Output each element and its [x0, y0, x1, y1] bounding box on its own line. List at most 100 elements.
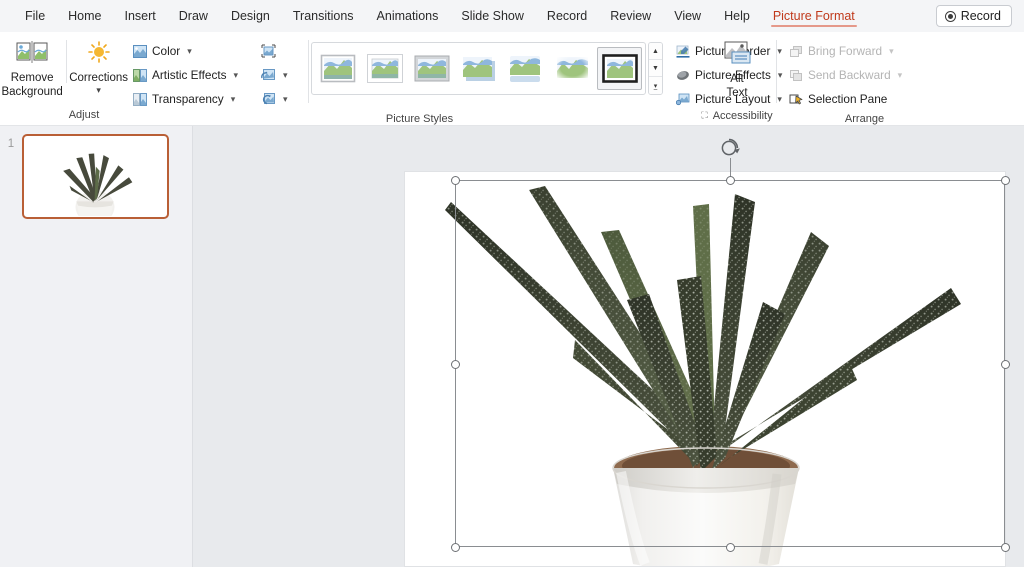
selection-pane-label: Selection Pane [808, 92, 888, 106]
color-chevron-down-icon[interactable]: ▾ [187, 46, 192, 57]
picture-style-drop-shadow-rectangle[interactable] [456, 47, 501, 90]
selection-pane-button[interactable]: Selection Pane [784, 87, 907, 111]
adjust-menu-column: Color ▾ Artistic Effects ▾ Transparency … [128, 32, 256, 125]
adjust-icon-column: ▾ ▾ [256, 32, 308, 125]
remove-background-label-line1: Remove [10, 72, 54, 84]
reset-picture-icon [261, 92, 276, 106]
tab-file[interactable]: File [14, 5, 56, 27]
color-picture-icon [133, 44, 147, 58]
slide-number-label: 1 [7, 138, 15, 150]
picture-style-reflected-rounded-rectangle[interactable] [503, 47, 548, 90]
thumbnail-row: 1 [0, 134, 169, 219]
tab-insert[interactable]: Insert [114, 5, 167, 27]
record-button[interactable]: Record [935, 5, 1012, 27]
transparency-button[interactable]: Transparency ▾ [128, 87, 243, 111]
workspace: 1 [0, 126, 1024, 567]
transparency-icon [133, 92, 147, 106]
group-divider-1 [308, 40, 309, 103]
transparency-chevron-down-icon[interactable]: ▾ [231, 94, 236, 105]
picture-style-metal-frame[interactable] [409, 47, 454, 90]
picture-style-soft-edge-rectangle[interactable] [550, 47, 595, 90]
selection-handle-bottom-center[interactable] [725, 542, 735, 552]
picture-styles-scrollbar[interactable]: ▲ ▼ ▾̲ [648, 42, 663, 95]
reset-picture-chevron-down-icon[interactable]: ▾ [283, 94, 288, 105]
selection-handle-middle-right[interactable] [1000, 359, 1010, 369]
selection-handle-bottom-left[interactable] [450, 542, 460, 552]
picture-style-simple-frame-white[interactable] [315, 47, 360, 90]
color-button-label: Color [152, 44, 181, 58]
picture-styles-gallery-wrap: ▲ ▼ ▾̲ [311, 36, 663, 95]
change-picture-icon [261, 68, 276, 82]
menu-bar: File Home Insert Draw Design Transitions… [0, 0, 1024, 32]
picture-style-thick-black-frame[interactable] [597, 47, 642, 90]
selection-handle-middle-left[interactable] [450, 359, 460, 369]
alt-text-icon [720, 40, 754, 69]
bring-forward-label: Bring Forward [808, 44, 883, 58]
compress-pictures-button[interactable] [256, 39, 293, 63]
tab-record[interactable]: Record [536, 5, 598, 27]
selection-handle-top-center[interactable] [725, 175, 735, 185]
tab-help[interactable]: Help [713, 5, 761, 27]
slide-thumbnail-pane[interactable]: 1 [0, 126, 193, 567]
tab-design[interactable]: Design [220, 5, 281, 27]
adjust-divider [66, 40, 68, 83]
powerpoint-window: File Home Insert Draw Design Transitions… [0, 0, 1024, 567]
picture-border-icon [676, 45, 690, 58]
remove-background-icon [15, 40, 49, 68]
slide-thumbnail-1[interactable] [22, 134, 169, 219]
picture-layout-icon [676, 93, 690, 106]
accessibility-dialog-launcher-icon[interactable]: ⛶ [701, 107, 707, 123]
tab-draw[interactable]: Draw [168, 5, 219, 27]
alt-text-label-line2: Text [726, 87, 748, 99]
tab-picture-format[interactable]: Picture Format [762, 5, 866, 27]
artistic-effects-label: Artistic Effects [152, 68, 227, 82]
tab-transitions[interactable]: Transitions [282, 5, 365, 27]
scroll-up-icon[interactable]: ▲ [649, 43, 662, 60]
tab-slide-show[interactable]: Slide Show [450, 5, 535, 27]
tab-home[interactable]: Home [57, 5, 112, 27]
selection-handle-bottom-right[interactable] [1000, 542, 1010, 552]
group-label-accessibility: Accessibility [712, 110, 773, 122]
tab-animations[interactable]: Animations [366, 5, 450, 27]
slide-canvas[interactable] [404, 171, 1006, 567]
corrections-chevron-down-icon[interactable]: ▾ [96, 86, 101, 95]
change-picture-button[interactable]: ▾ [256, 63, 293, 87]
ribbon: Remove Background Corrections ▾ Adjust C… [0, 32, 1024, 125]
selection-handle-top-right[interactable] [1000, 175, 1010, 185]
rotation-handle-icon[interactable] [720, 137, 741, 158]
artistic-effects-chevron-down-icon[interactable]: ▾ [234, 70, 239, 81]
change-picture-chevron-down-icon[interactable]: ▾ [283, 70, 288, 81]
color-button[interactable]: Color ▾ [128, 39, 243, 63]
selection-pane-icon [789, 93, 803, 106]
remove-background-label-line2: Background [1, 86, 63, 98]
tab-review[interactable]: Review [599, 5, 662, 27]
adjust-icon-column-spacer [256, 111, 308, 125]
picture-styles-gallery[interactable] [311, 42, 646, 95]
group-label-adjust: Adjust [68, 109, 100, 121]
record-button-label: Record [960, 9, 1001, 23]
more-styles-icon[interactable]: ▾̲ [649, 77, 662, 94]
send-backward-chevron-down-icon[interactable]: ▾ [898, 70, 903, 81]
thumbnail-plant-graphic [34, 136, 156, 216]
send-backward-label: Send Backward [808, 68, 891, 82]
reset-picture-button[interactable]: ▾ [256, 87, 293, 111]
alt-text-button[interactable]: Alt Text [707, 36, 767, 100]
succulent-plant-picture[interactable] [405, 172, 1005, 566]
bring-forward-button[interactable]: Bring Forward ▾ [784, 39, 907, 63]
ribbon-group-accessibility: Alt Text ⛶ Accessibility [698, 32, 776, 125]
corrections-sun-icon [84, 40, 114, 68]
send-backward-button[interactable]: Send Backward ▾ [784, 63, 907, 87]
selection-handle-top-left[interactable] [450, 175, 460, 185]
scroll-down-icon[interactable]: ▼ [649, 60, 662, 77]
slide-canvas-area[interactable] [193, 126, 1024, 567]
transparency-label: Transparency [152, 92, 224, 106]
arrange-menu-list: Bring Forward ▾ Send Backward ▾ Selectio… [784, 36, 907, 111]
compress-pictures-icon [261, 44, 276, 58]
picture-style-beveled-matte-white[interactable] [362, 47, 407, 90]
artistic-effects-button[interactable]: Artistic Effects ▾ [128, 63, 243, 87]
tab-view[interactable]: View [663, 5, 712, 27]
bring-forward-icon [789, 45, 803, 58]
remove-background-button[interactable]: Remove Background [0, 36, 64, 99]
bring-forward-chevron-down-icon[interactable]: ▾ [889, 46, 894, 57]
corrections-button[interactable]: Corrections ▾ [69, 36, 128, 95]
